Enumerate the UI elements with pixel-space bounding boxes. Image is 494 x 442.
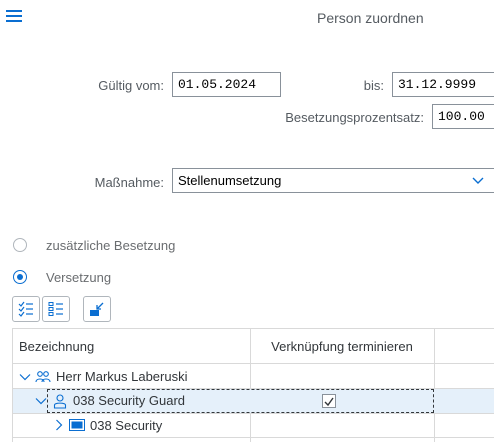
- page-title: Person zuordnen: [317, 10, 424, 26]
- checkmark-icon: [324, 397, 334, 407]
- table-row-label[interactable]: Herr Markus Laberuski: [56, 369, 188, 384]
- staffing-pct-input[interactable]: [432, 104, 494, 129]
- action-select-value: Stellenumsetzung: [178, 173, 282, 188]
- select-all-icon: [18, 301, 33, 317]
- radio-transfer[interactable]: [13, 270, 27, 284]
- chevron-down-icon: [472, 177, 484, 184]
- terminate-link-checkbox[interactable]: [322, 394, 336, 408]
- person-group-icon: [35, 371, 51, 383]
- select-all-button[interactable]: [12, 296, 40, 322]
- collapse-icon: [90, 302, 104, 316]
- valid-to-label: bis:: [363, 78, 384, 93]
- deselect-all-icon: [48, 302, 63, 316]
- action-select[interactable]: Stellenumsetzung: [172, 168, 494, 193]
- radio-additional-staffing-label: zusätzliche Besetzung: [46, 238, 176, 253]
- radio-transfer-label: Versetzung: [46, 270, 112, 285]
- valid-to-input[interactable]: [392, 72, 494, 97]
- org-unit-icon: [69, 419, 85, 431]
- chevron-down-icon[interactable]: [19, 371, 31, 383]
- chevron-down-icon[interactable]: [35, 395, 47, 407]
- staffing-pct-label: Besetzungsprozentsatz:: [285, 110, 424, 125]
- table-row-label[interactable]: 038 Security: [90, 418, 162, 433]
- valid-from-input[interactable]: [172, 72, 281, 97]
- assignment-table: Bezeichnung Verknüpfung terminieren Herr…: [12, 328, 494, 442]
- radio-additional-staffing[interactable]: [13, 238, 27, 252]
- action-label: Maßnahme:: [94, 175, 164, 190]
- chevron-right-icon[interactable]: [53, 419, 65, 431]
- valid-from-label: Gültig vom:: [98, 78, 164, 93]
- table-row-label[interactable]: 038 Security Guard: [73, 393, 185, 408]
- column-header-description[interactable]: Bezeichnung: [19, 339, 94, 354]
- collapse-button[interactable]: [83, 296, 111, 322]
- deselect-all-button[interactable]: [42, 296, 70, 322]
- hamburger-menu-icon[interactable]: [6, 9, 22, 23]
- person-icon: [53, 394, 67, 409]
- column-header-terminate-link[interactable]: Verknüpfung terminieren: [250, 339, 434, 354]
